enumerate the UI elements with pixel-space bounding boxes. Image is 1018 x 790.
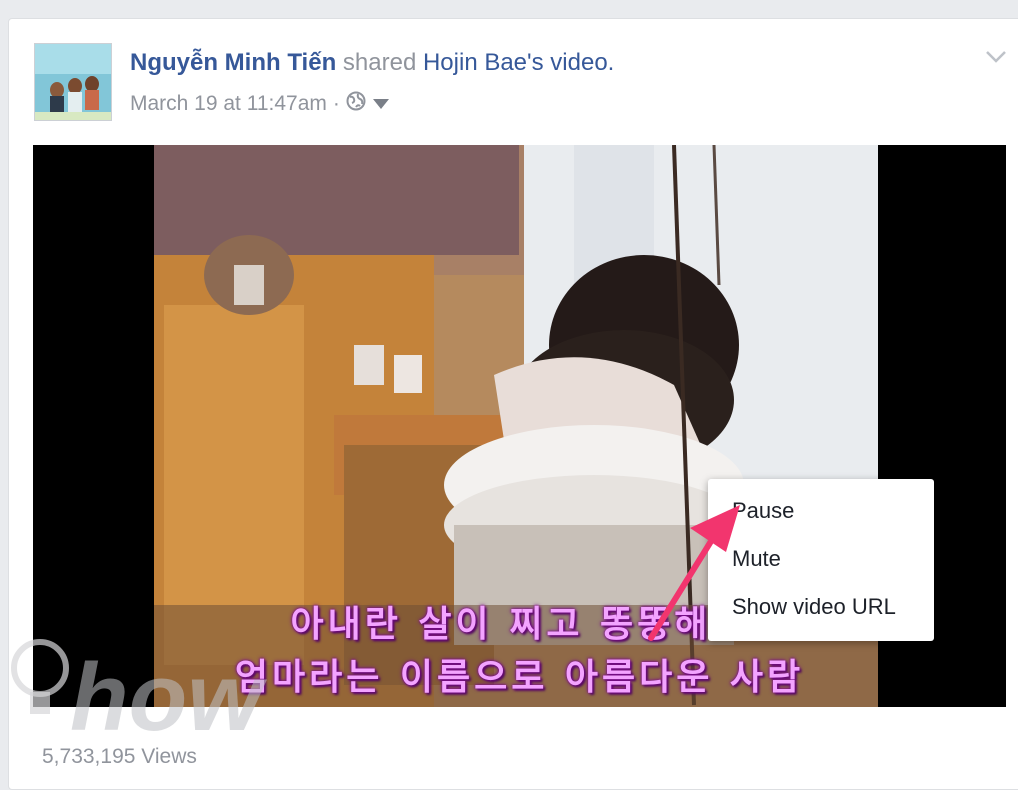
- meta-separator: ·: [332, 92, 340, 115]
- globe-icon[interactable]: [346, 91, 366, 117]
- menu-item-mute[interactable]: Mute: [708, 535, 934, 583]
- video-player[interactable]: 아내란 살이 찌고 똥똥해도 엄마라는 이름으로 아름다운 사람 Pause M…: [33, 145, 1006, 707]
- privacy-dropdown-icon[interactable]: [372, 92, 390, 116]
- author-name-link[interactable]: Nguyễn Minh Tiến: [130, 49, 336, 76]
- post-meta: March 19 at 11:47am ·: [130, 91, 390, 117]
- feed-post: Nguyễn Minh Tiến shared Hojin Bae's vide…: [8, 18, 1018, 790]
- view-count: 5,733,195 Views: [42, 745, 197, 768]
- action-text: shared: [342, 49, 417, 76]
- post-timestamp[interactable]: March 19 at 11:47am: [130, 92, 327, 116]
- video-context-menu: Pause Mute Show video URL: [708, 479, 934, 641]
- shared-from-link[interactable]: Hojin Bae: [423, 49, 527, 76]
- video-link[interactable]: video.: [550, 49, 614, 76]
- author-avatar[interactable]: [34, 43, 112, 121]
- possessive-text: 's: [527, 49, 544, 76]
- menu-item-show-video-url[interactable]: Show video URL: [708, 583, 934, 631]
- subtitle-line-2: 엄마라는 이름으로 아름다운 사람: [234, 657, 805, 698]
- menu-item-pause[interactable]: Pause: [708, 487, 934, 535]
- chevron-down-icon[interactable]: [985, 49, 1007, 65]
- post-header: Nguyễn Minh Tiến shared Hojin Bae's vide…: [130, 49, 614, 77]
